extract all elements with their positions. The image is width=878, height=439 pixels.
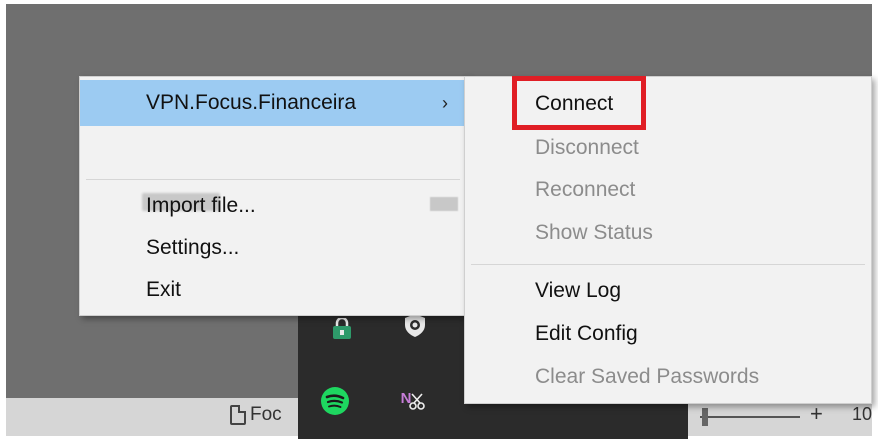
menu-item-view-log[interactable]: View Log — [465, 270, 871, 312]
menu-item-view-log-label: View Log — [535, 279, 622, 302]
menu-item-redacted-profile[interactable] — [80, 129, 466, 211]
menu-item-show-status-label: Show Status — [535, 221, 653, 244]
status-doc-text: Foc — [250, 404, 282, 425]
menu-item-import-file-label: Import file... — [146, 194, 256, 217]
menu-item-vpn-profile-label: VPN.Focus.Financeira — [146, 91, 357, 114]
menu-item-edit-config[interactable]: Edit Config — [465, 313, 871, 355]
zoom-slider-thumb[interactable] — [702, 408, 708, 426]
zoom-slider[interactable] — [700, 416, 800, 418]
menu-item-exit-label: Exit — [146, 278, 182, 301]
menu-item-exit[interactable]: Exit — [80, 269, 466, 311]
tray-context-menu: VPN.Focus.Financeira › Import file... Se… — [79, 76, 467, 316]
menu-item-settings[interactable]: Settings... — [80, 227, 466, 269]
menu-item-show-status: Show Status — [465, 212, 871, 254]
menu-item-vpn-profile[interactable]: VPN.Focus.Financeira › — [80, 80, 466, 126]
connect-callout-box — [512, 76, 646, 130]
menu-item-disconnect-label: Disconnect — [535, 136, 639, 159]
menu-item-clear-saved-passwords-label: Clear Saved Passwords — [535, 365, 760, 388]
menu-item-edit-config-label: Edit Config — [535, 322, 638, 345]
menu-item-import-file[interactable]: Import file... — [80, 185, 466, 227]
menu-item-clear-saved-passwords: Clear Saved Passwords — [465, 356, 871, 398]
menu-item-reconnect-label: Reconnect — [535, 178, 636, 201]
zoom-value: 10 — [852, 404, 873, 424]
onenote-icon[interactable]: N — [398, 384, 428, 412]
status-document[interactable]: Foc — [230, 404, 282, 426]
menu-item-disconnect: Disconnect — [465, 127, 871, 169]
lock-icon[interactable] — [330, 318, 354, 340]
document-icon — [230, 405, 246, 425]
chevron-right-icon: › — [442, 92, 448, 113]
zoom-in-button[interactable]: + — [810, 401, 823, 427]
menu-separator — [471, 264, 865, 265]
spotify-icon[interactable] — [320, 386, 350, 416]
menu-separator — [86, 179, 460, 180]
menu-item-reconnect: Reconnect — [465, 169, 871, 211]
menu-item-settings-label: Settings... — [146, 236, 240, 259]
